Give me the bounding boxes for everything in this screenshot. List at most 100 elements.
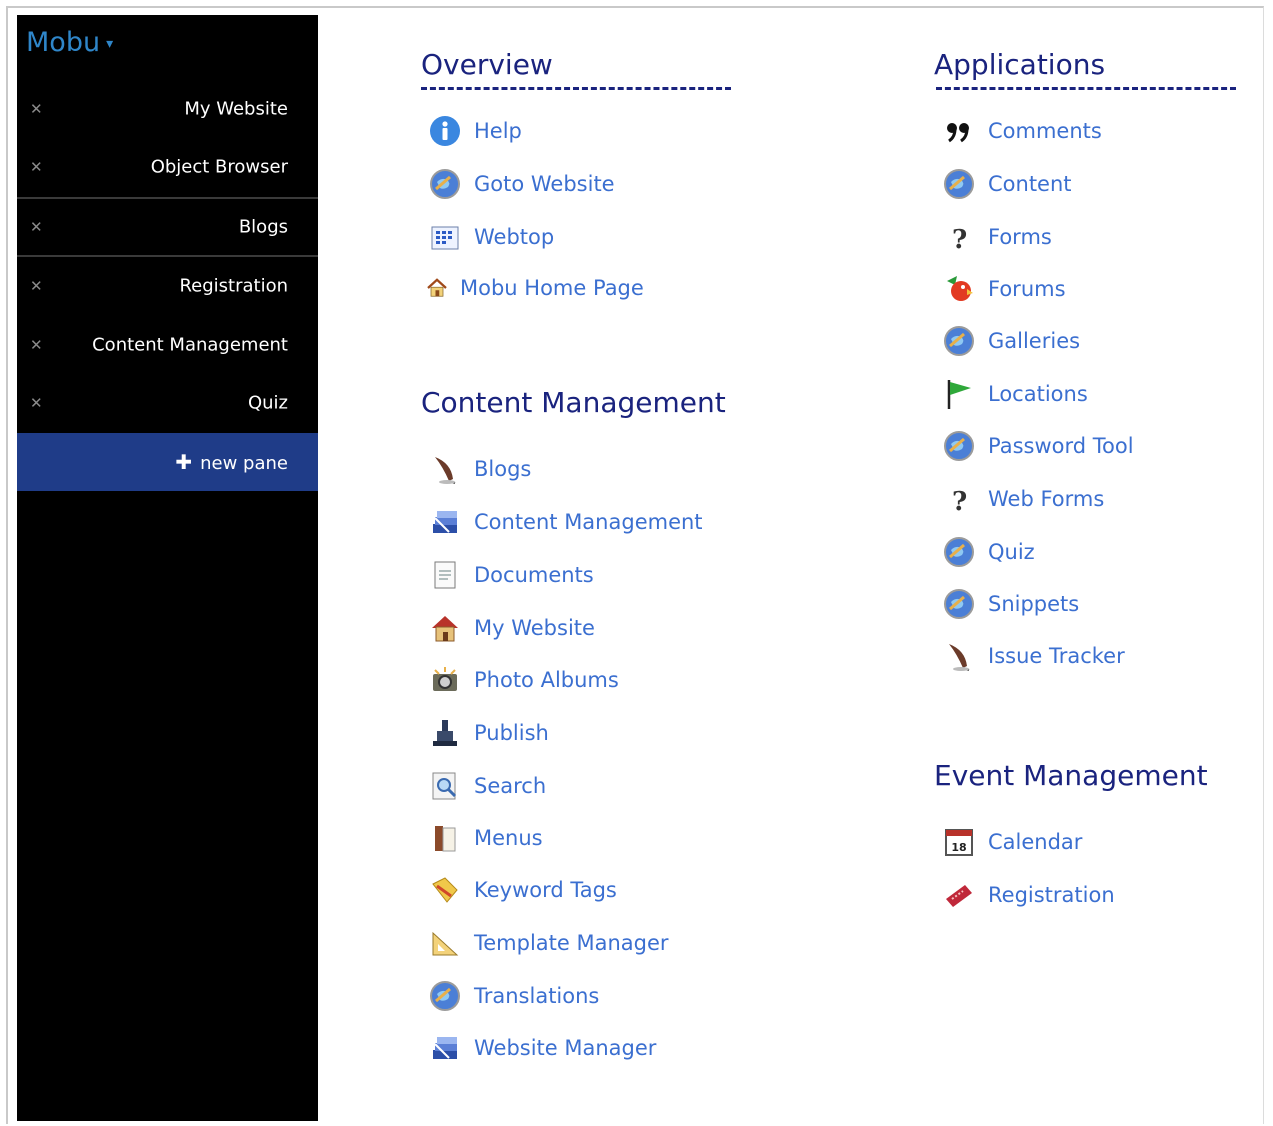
svg-text:?: ? (952, 487, 967, 515)
link-label: Keyword Tags (474, 878, 617, 902)
link-label: Mobu Home Page (460, 276, 644, 300)
link-galleries[interactable]: Galleries (942, 324, 1080, 358)
pane-blogs[interactable]: ✕ Blogs (17, 198, 318, 256)
brand-menu[interactable]: Mobu ▾ (26, 27, 113, 58)
pane-object-browser[interactable]: ✕ Object Browser (17, 138, 318, 196)
link-menus[interactable]: Menus (428, 821, 543, 855)
link-forums[interactable]: Forums (942, 272, 1066, 306)
globe-icon (942, 429, 976, 463)
link-content-management[interactable]: Content Management (428, 505, 703, 539)
link-photo-albums[interactable]: Photo Albums (428, 663, 619, 697)
link-label: Webtop (474, 225, 555, 249)
globe-icon (428, 167, 462, 201)
book-icon (428, 821, 462, 855)
question-icon: ? (942, 220, 976, 254)
sidebar: Mobu ▾ ✕ My Website ✕ Object Browser ✕ Bl… (17, 15, 318, 1121)
link-label: Documents (474, 563, 594, 587)
globe-icon (942, 324, 976, 358)
link-locations[interactable]: Locations (942, 377, 1088, 411)
link-label: Forums (988, 277, 1066, 301)
overview-heading: Overview (421, 48, 553, 81)
link-blogs[interactable]: Blogs (428, 452, 531, 486)
camera-icon (428, 663, 462, 697)
link-label: Publish (474, 721, 549, 745)
link-label: Issue Tracker (988, 644, 1125, 668)
link-quiz[interactable]: Quiz (942, 535, 1035, 569)
publish-icon (428, 716, 462, 750)
new-pane-label: new pane (200, 453, 288, 474)
link-label: Web Forms (988, 487, 1105, 511)
link-label: Registration (988, 883, 1115, 907)
close-icon[interactable]: ✕ (30, 277, 43, 295)
home-icon (424, 271, 450, 305)
pane-label: Quiz (247, 392, 288, 414)
close-icon[interactable]: ✕ (30, 336, 43, 354)
link-webtop[interactable]: Webtop (428, 220, 554, 254)
new-pane-button[interactable]: ✚ new pane (17, 433, 318, 491)
link-registration[interactable]: Registration (942, 878, 1115, 912)
caret-down-icon: ▾ (106, 35, 114, 52)
link-label: Translations (474, 984, 600, 1008)
link-label: Quiz (988, 540, 1035, 564)
link-label: Password Tool (988, 434, 1134, 458)
link-goto-website[interactable]: Goto Website (428, 167, 615, 201)
link-label: Photo Albums (474, 668, 619, 692)
link-calendar[interactable]: 18 Calendar (942, 825, 1082, 859)
close-icon[interactable]: ✕ (30, 158, 43, 176)
pane-my-website[interactable]: ✕ My Website (17, 80, 318, 138)
link-issue-tracker[interactable]: Issue Tracker (942, 639, 1125, 673)
event-management-heading: Event Management (934, 759, 1208, 792)
pane-content-management[interactable]: ✕ Content Management (17, 316, 318, 374)
pane-label: Object Browser (150, 156, 288, 178)
grid-icon (428, 220, 462, 254)
link-label: Comments (988, 119, 1102, 143)
close-icon[interactable]: ✕ (30, 218, 43, 236)
calendar-day: 18 (951, 841, 966, 854)
link-snippets[interactable]: Snippets (942, 587, 1079, 621)
link-template-manager[interactable]: Template Manager (428, 926, 669, 960)
stack-icon (428, 1031, 462, 1065)
link-label: Locations (988, 382, 1088, 406)
globe-icon (428, 979, 462, 1013)
quill-icon (942, 639, 976, 673)
link-web-forms[interactable]: ? Web Forms (942, 482, 1104, 516)
link-publish[interactable]: Publish (428, 716, 549, 750)
link-my-website[interactable]: My Website (428, 611, 595, 645)
link-password-tool[interactable]: Password Tool (942, 429, 1134, 463)
applications-heading: Applications (934, 48, 1106, 81)
tag-icon (428, 873, 462, 907)
link-website-manager[interactable]: Website Manager (428, 1031, 656, 1065)
link-comments[interactable]: Comments (942, 114, 1102, 148)
question-icon: ? (942, 482, 976, 516)
stack-icon (428, 505, 462, 539)
link-forms[interactable]: ? Forms (942, 220, 1052, 254)
close-icon[interactable]: ✕ (30, 394, 43, 412)
pane-registration[interactable]: ✕ Registration (17, 257, 318, 315)
link-mobu-home-page[interactable]: Mobu Home Page (424, 271, 644, 305)
quote-icon (942, 114, 976, 148)
pane-label: My Website (184, 98, 288, 120)
globe-icon (942, 167, 976, 201)
close-icon[interactable]: ✕ (30, 100, 43, 118)
link-documents[interactable]: Documents (428, 558, 594, 592)
link-label: Calendar (988, 830, 1083, 854)
link-label: Snippets (988, 592, 1080, 616)
calendar-icon: 18 (942, 825, 976, 859)
ticket-icon (942, 878, 976, 912)
link-label: Menus (474, 826, 543, 850)
parrot-icon (942, 272, 976, 306)
link-label: Template Manager (474, 931, 669, 955)
globe-icon (942, 587, 976, 621)
link-search[interactable]: Search (428, 769, 546, 803)
document-icon (428, 558, 462, 592)
link-content[interactable]: Content (942, 167, 1072, 201)
link-keyword-tags[interactable]: Keyword Tags (428, 873, 617, 907)
link-label: Blogs (474, 457, 532, 481)
pane-quiz[interactable]: ✕ Quiz (17, 374, 318, 432)
link-translations[interactable]: Translations (428, 979, 599, 1013)
globe-icon (942, 535, 976, 569)
pane-label: Blogs (238, 216, 288, 238)
flag-icon (942, 377, 976, 411)
link-help[interactable]: Help (428, 114, 522, 148)
ruler-icon (428, 926, 462, 960)
